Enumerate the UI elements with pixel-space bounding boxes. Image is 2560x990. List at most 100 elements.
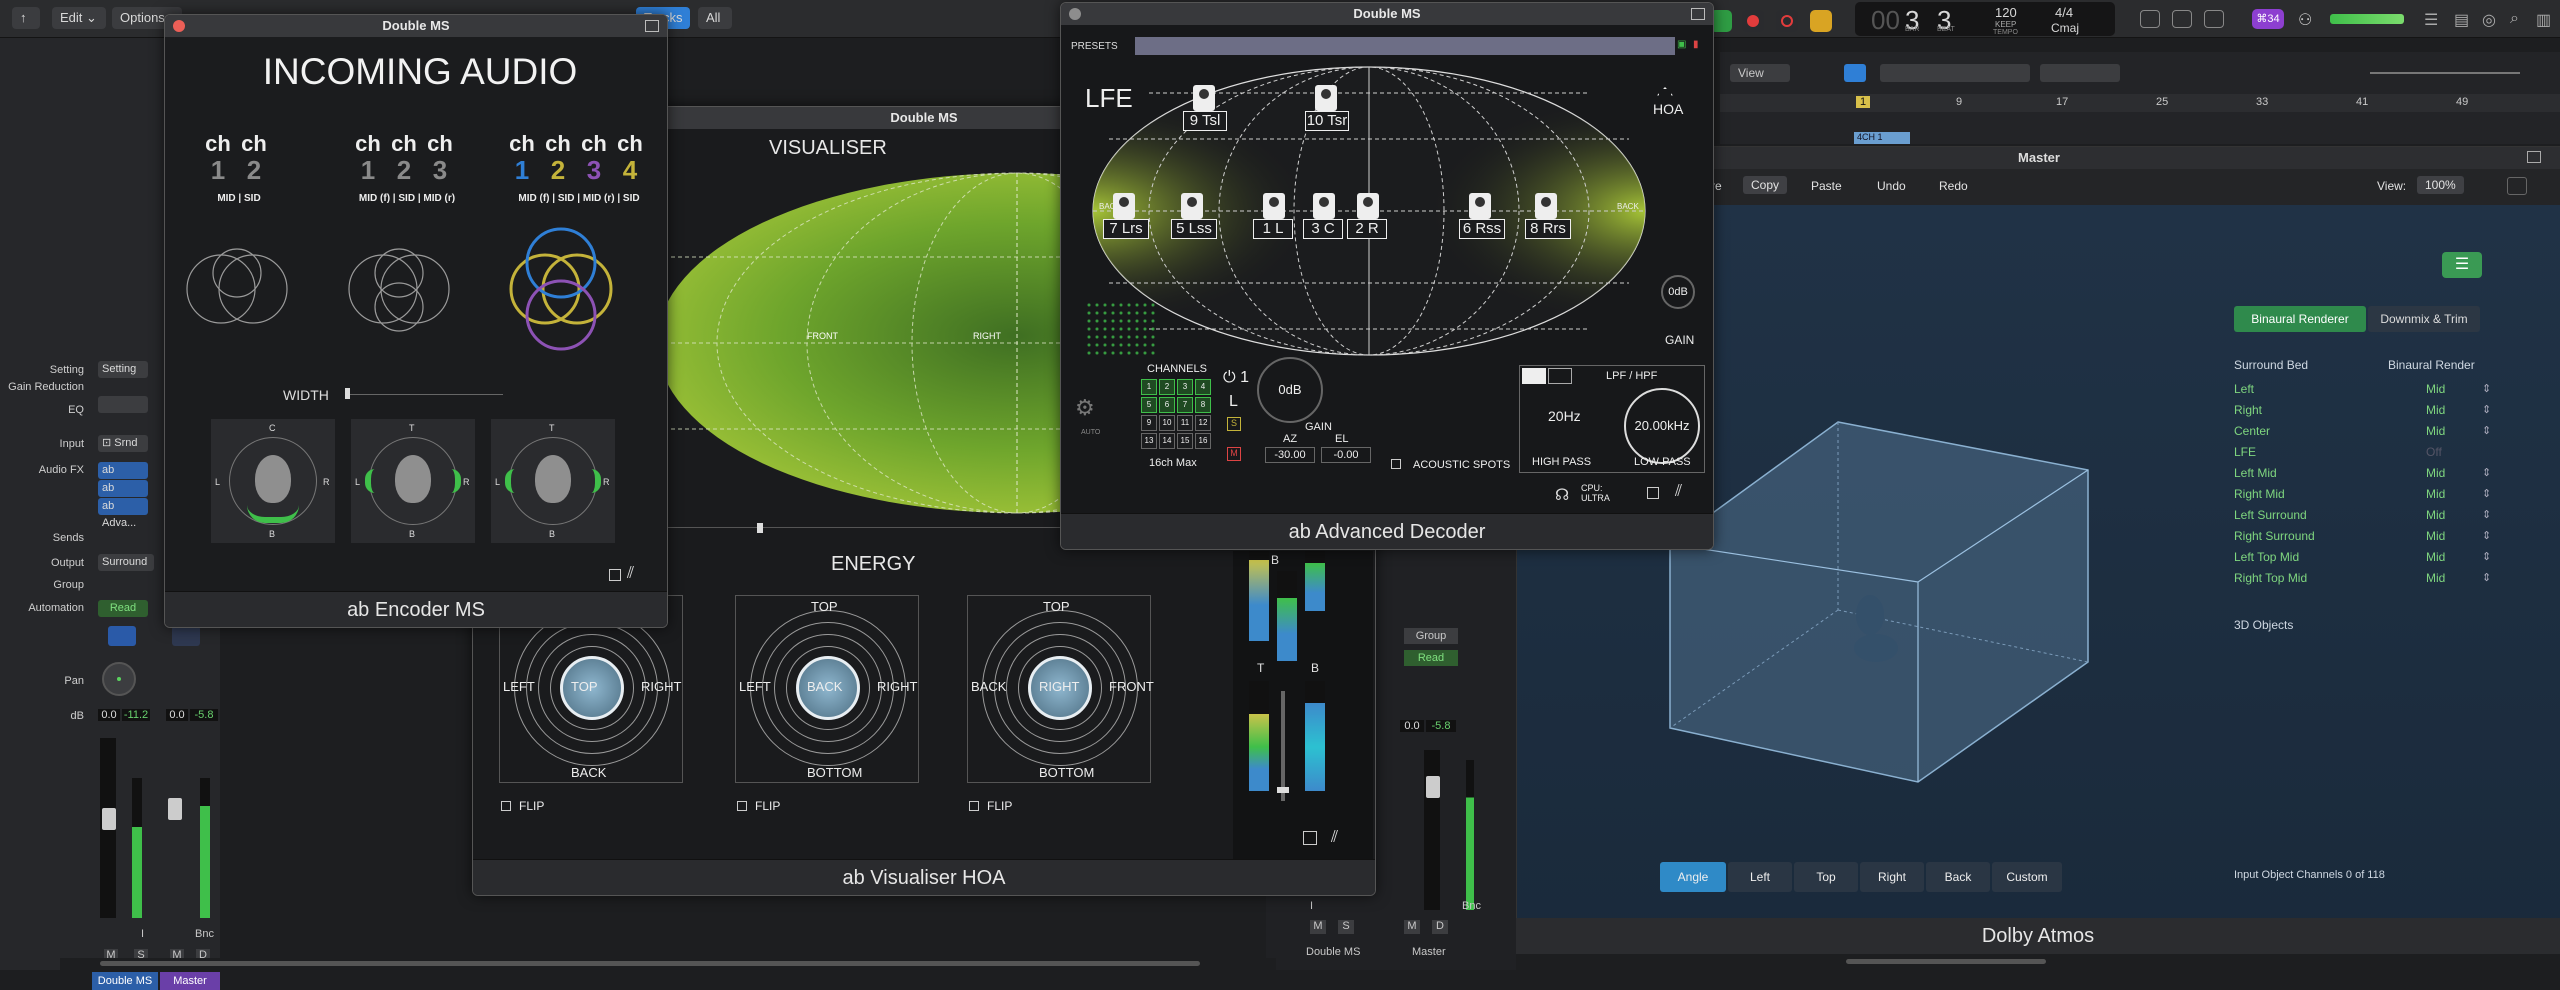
speaker-icon[interactable] bbox=[1313, 193, 1335, 219]
notepad-icon[interactable]: ▤ bbox=[2454, 10, 2472, 29]
binaural-mode[interactable]: Mid bbox=[2426, 466, 2445, 480]
view-tab-angle[interactable]: Angle bbox=[1660, 862, 1726, 892]
power-icon[interactable]: ⏻ 1 bbox=[1223, 369, 1249, 387]
channel-toggle[interactable]: 12 bbox=[1195, 415, 1211, 431]
flip-checkbox[interactable] bbox=[969, 801, 979, 811]
channel-toggle[interactable]: 7 bbox=[1177, 397, 1193, 413]
head-view[interactable]: C B L R bbox=[211, 419, 335, 543]
view-menu[interactable]: View bbox=[1730, 64, 1790, 82]
channel-toggle[interactable]: 5 bbox=[1141, 397, 1157, 413]
speaker-icon[interactable] bbox=[1315, 85, 1337, 111]
channel-toggle[interactable]: 16 bbox=[1195, 433, 1211, 449]
replace-record-button[interactable] bbox=[1776, 10, 1798, 32]
speaker-label[interactable]: 6 Rss bbox=[1459, 219, 1505, 239]
output-gain-knob[interactable]: 0dB bbox=[1661, 275, 1695, 309]
atmos-redo-button[interactable]: Redo bbox=[1939, 179, 1968, 193]
acoustic-spots-checkbox[interactable] bbox=[1391, 459, 1401, 469]
binaural-mode[interactable]: Mid bbox=[2426, 550, 2445, 564]
channel-toggle[interactable]: 8 bbox=[1195, 397, 1211, 413]
width-slider-thumb[interactable] bbox=[345, 388, 350, 399]
lcd-tempo[interactable]: 120 bbox=[1995, 5, 2017, 20]
view-tab-back[interactable]: Back bbox=[1926, 862, 1990, 892]
flip-checkbox[interactable] bbox=[501, 801, 511, 811]
track-name-master[interactable]: Master bbox=[160, 972, 220, 990]
binaural-mode[interactable]: Mid bbox=[2426, 529, 2445, 543]
downmix-trim-tab[interactable]: Downmix & Trim bbox=[2368, 306, 2480, 332]
eq-slot[interactable] bbox=[98, 396, 148, 413]
az-input[interactable]: -30.00 bbox=[1265, 447, 1315, 463]
binaural-mode[interactable]: Mid bbox=[2426, 571, 2445, 585]
atmos-zoom-select[interactable]: 100% bbox=[2417, 176, 2464, 194]
stepper-icon[interactable]: ⇕ bbox=[2482, 466, 2491, 479]
auto-icon[interactable]: ⚙ bbox=[1075, 395, 1105, 425]
metronome-icon[interactable] bbox=[2204, 10, 2224, 28]
binaural-mode[interactable]: Mid bbox=[2426, 382, 2445, 396]
close-icon[interactable] bbox=[173, 20, 185, 32]
channel-gain-knob[interactable]: 0dB bbox=[1257, 357, 1323, 423]
channel-toggle[interactable]: 2 bbox=[1159, 379, 1175, 395]
fx-slot-2[interactable]: ab Visuali bbox=[98, 480, 148, 511]
count-in-icon[interactable] bbox=[2172, 10, 2192, 28]
speaker-icon[interactable] bbox=[1469, 193, 1491, 219]
master-bounce-button[interactable]: Bnc bbox=[1462, 900, 1481, 912]
channel-toggle[interactable]: 14 bbox=[1159, 433, 1175, 449]
group-button[interactable]: Group bbox=[1404, 628, 1458, 644]
master-volume-readout[interactable]: 0.0 bbox=[166, 709, 188, 721]
speaker-label[interactable]: 2 R bbox=[1347, 219, 1387, 239]
energy-view[interactable]: TOP BACK RIGHT FRONT BOTTOM FLIP bbox=[967, 585, 1154, 825]
speaker-icon[interactable] bbox=[1181, 193, 1203, 219]
loop-browser-icon[interactable]: ◎ bbox=[2482, 10, 2500, 29]
save-icon[interactable]: ▣ bbox=[1677, 39, 1689, 51]
high-pass-value[interactable]: 20Hz bbox=[1548, 408, 1581, 424]
energy-view[interactable]: TOP LEFT BACK RIGHT BOTTOM FLIP bbox=[735, 585, 921, 825]
speaker-label[interactable]: 8 Rrs bbox=[1525, 219, 1571, 239]
all-filter-button[interactable]: All bbox=[698, 7, 732, 29]
doublems-strip-name[interactable]: Double MS bbox=[1306, 946, 1360, 958]
visualiser-slider-thumb[interactable] bbox=[757, 523, 763, 533]
stepper-icon[interactable]: ⇕ bbox=[2482, 550, 2491, 563]
bottom-scroll[interactable] bbox=[1516, 954, 2560, 970]
doublems-input-2[interactable]: I bbox=[1310, 900, 1313, 912]
fx-slot-3[interactable]: ab Adva... bbox=[98, 498, 148, 529]
channel-toggle[interactable]: 4 bbox=[1195, 379, 1211, 395]
master-strip-name[interactable]: Master bbox=[1412, 946, 1446, 958]
speaker-icon[interactable] bbox=[1357, 193, 1379, 219]
window-restore-icon[interactable] bbox=[2527, 151, 2541, 163]
channel-toggle[interactable]: 11 bbox=[1177, 415, 1193, 431]
bounce-button[interactable]: Bnc bbox=[195, 928, 214, 940]
channel-toggle[interactable]: 13 bbox=[1141, 433, 1157, 449]
binaural-mode[interactable]: Mid bbox=[2426, 487, 2445, 501]
width-slider[interactable] bbox=[345, 394, 503, 395]
stepper-icon[interactable]: ⇕ bbox=[2482, 571, 2491, 584]
pan-knob[interactable] bbox=[102, 662, 136, 696]
headphones-icon[interactable]: ☊ bbox=[1555, 485, 1569, 505]
atmos-paste-button[interactable]: Paste bbox=[1811, 179, 1842, 193]
master-read-button[interactable]: Read bbox=[1404, 650, 1458, 666]
automation-read-button[interactable]: Read bbox=[98, 600, 148, 617]
binaural-renderer-tab[interactable]: Binaural Renderer bbox=[2234, 306, 2366, 332]
setting-button[interactable]: Setting bbox=[98, 361, 148, 378]
stepper-icon[interactable]: ⇕ bbox=[2482, 508, 2491, 521]
speaker-label[interactable]: 7 Lrs bbox=[1103, 219, 1149, 239]
speaker-icon[interactable] bbox=[1535, 193, 1557, 219]
doublems-solo-2[interactable]: S bbox=[1338, 920, 1354, 934]
cpu-readout[interactable]: CPU: ULTRA bbox=[1581, 483, 1610, 503]
channel-toggle[interactable]: 1 bbox=[1141, 379, 1157, 395]
stepper-icon[interactable]: ⇕ bbox=[2482, 403, 2491, 416]
fx-slot-1[interactable]: ab Enco... bbox=[98, 462, 148, 493]
speaker-label[interactable]: 5 Lss bbox=[1171, 219, 1217, 239]
view-tab-left[interactable]: Left bbox=[1728, 862, 1792, 892]
binaural-mode[interactable]: Off bbox=[2426, 445, 2442, 459]
volume-readout[interactable]: 0.0 bbox=[98, 709, 120, 721]
doublems-mute-2[interactable]: M bbox=[1310, 920, 1326, 934]
volume-fader[interactable] bbox=[102, 808, 116, 830]
channel-toggle[interactable]: 15 bbox=[1177, 433, 1193, 449]
window-restore-icon[interactable] bbox=[645, 20, 659, 32]
view-tab-custom[interactable]: Custom bbox=[1992, 862, 2062, 892]
speaker-label[interactable]: 3 C bbox=[1303, 219, 1343, 239]
hpf-shape-icon[interactable] bbox=[1522, 368, 1546, 384]
master-mute-2[interactable]: M bbox=[1404, 920, 1420, 934]
atmos-copy-button[interactable]: Copy bbox=[1743, 176, 1788, 194]
pointer-tool[interactable] bbox=[2040, 64, 2120, 82]
speaker-icon[interactable] bbox=[1193, 85, 1215, 111]
